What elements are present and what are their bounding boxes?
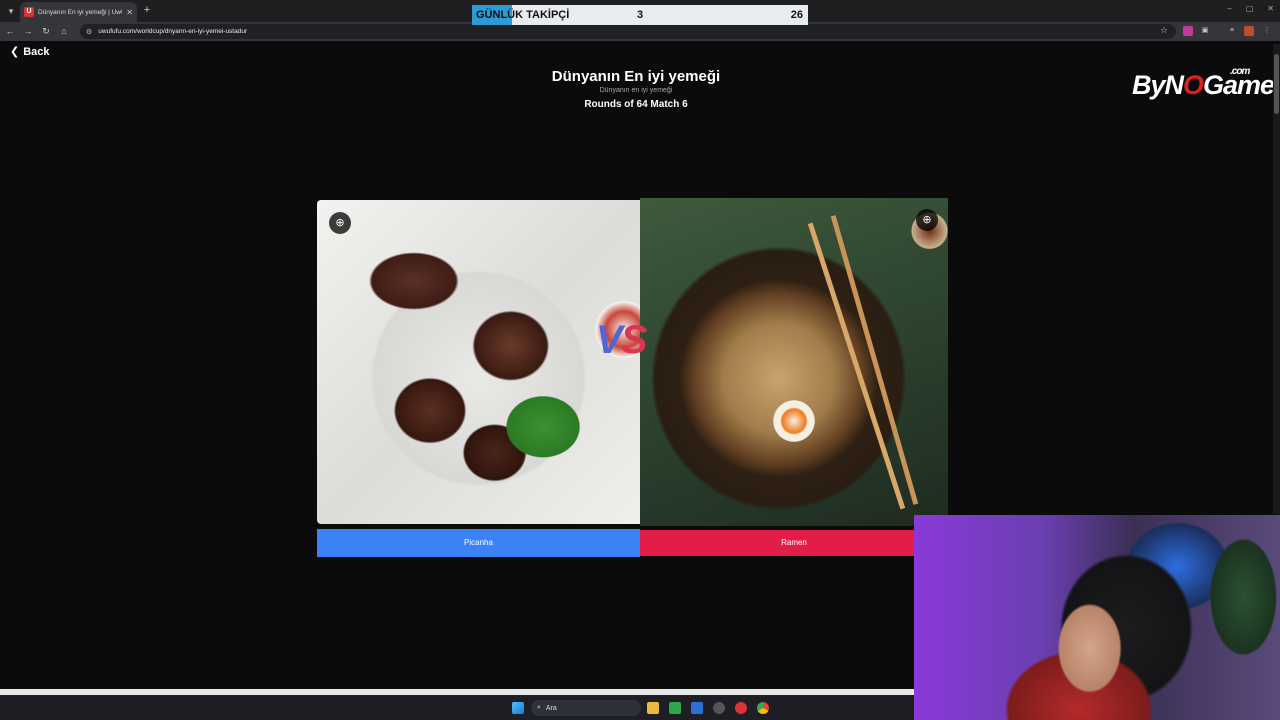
extension-icon[interactable] xyxy=(1183,26,1193,36)
menu-kebab-icon[interactable]: ⋮ xyxy=(1262,26,1272,36)
windows-taskbar xyxy=(0,695,914,720)
scrollbar-thumb[interactable] xyxy=(1274,54,1279,114)
window-controls: – ▢ ✕ xyxy=(1227,4,1274,13)
chrome-icon[interactable] xyxy=(757,702,769,714)
close-window-icon[interactable]: ✕ xyxy=(1267,4,1274,13)
taskbar-app-icon[interactable] xyxy=(669,702,681,714)
follower-goal-target: 26 xyxy=(790,9,803,21)
choice-image-ramen[interactable] xyxy=(640,198,948,526)
choice-button-ramen[interactable]: Ramen xyxy=(640,530,948,556)
address-bar[interactable]: ⚙ uwufufu.com/worldcup/dnyann-en-iyi-yem… xyxy=(80,24,1176,39)
bynogame-logo: ByNOGame .com xyxy=(1132,66,1275,100)
page-subtitle: Dünyanın en iyi yemeği xyxy=(599,87,673,94)
home-icon[interactable]: ⌂ xyxy=(58,25,70,37)
back-nav-icon[interactable]: ← xyxy=(4,25,16,37)
minimize-icon[interactable]: – xyxy=(1227,4,1231,13)
new-tab-button[interactable]: + xyxy=(140,3,154,17)
zoom-in-icon[interactable]: ⊕ xyxy=(329,212,351,234)
tab-favicon-icon: U xyxy=(24,7,34,17)
bookmark-star-icon[interactable]: ☆ xyxy=(1160,25,1168,36)
follower-goal-current: 3 xyxy=(637,9,644,21)
back-chevron-icon: ❮ xyxy=(10,46,20,58)
search-icon: ⌕ xyxy=(537,704,541,711)
maximize-icon[interactable]: ▢ xyxy=(1246,4,1254,13)
browser-tab-active[interactable]: U Dünyanın En iyi yemeği | UwU... ✕ xyxy=(20,2,137,22)
taskbar-app-icon[interactable] xyxy=(735,702,747,714)
follower-goal-label: GÜNLÜK TAKİPÇİ xyxy=(476,9,570,21)
choice-button-picanha[interactable]: Picanha xyxy=(317,529,640,557)
windows-start-icon[interactable] xyxy=(512,702,524,714)
extensions-puzzle-icon[interactable]: ▣ xyxy=(1200,26,1210,36)
back-button[interactable]: ❮ Back xyxy=(10,45,50,59)
taskbar-app-icon[interactable] xyxy=(691,702,703,714)
site-info-icon[interactable]: ⚙ xyxy=(86,28,92,36)
tab-list-dropdown-icon[interactable]: ▾ xyxy=(4,4,18,18)
taskbar-search[interactable]: ⌕ Ara xyxy=(531,700,641,716)
url-text: uwufufu.com/worldcup/dnyann-en-iyi-yemei… xyxy=(98,28,248,35)
round-info: Rounds of 64 Match 6 xyxy=(584,99,688,110)
versus-badge: VS xyxy=(596,318,647,362)
cast-icon[interactable]: ≡ xyxy=(1227,26,1237,36)
back-label: Back xyxy=(23,45,50,58)
page-scrollbar[interactable] xyxy=(1273,44,1280,514)
choice-image-picanha[interactable] xyxy=(317,200,640,524)
page-title: Dünyanın En iyi yemeği xyxy=(551,68,721,85)
file-explorer-icon[interactable] xyxy=(647,702,659,714)
tab-title: Dünyanın En iyi yemeği | UwU... xyxy=(38,8,123,16)
webcam-overlay xyxy=(914,515,1280,720)
chopstick xyxy=(830,215,919,505)
taskbar-app-icon[interactable] xyxy=(713,702,725,714)
tab-close-icon[interactable]: ✕ xyxy=(126,8,133,17)
follower-goal-overlay: GÜNLÜK TAKİPÇİ 3 26 xyxy=(472,5,808,25)
chopstick xyxy=(807,222,906,510)
reload-icon[interactable]: ↻ xyxy=(40,25,52,37)
zoom-in-icon[interactable]: ⊕ xyxy=(916,209,938,231)
taskbar-search-placeholder: Ara xyxy=(545,704,557,712)
profile-avatar-icon[interactable] xyxy=(1244,26,1254,36)
forward-nav-icon[interactable]: → xyxy=(22,25,34,37)
